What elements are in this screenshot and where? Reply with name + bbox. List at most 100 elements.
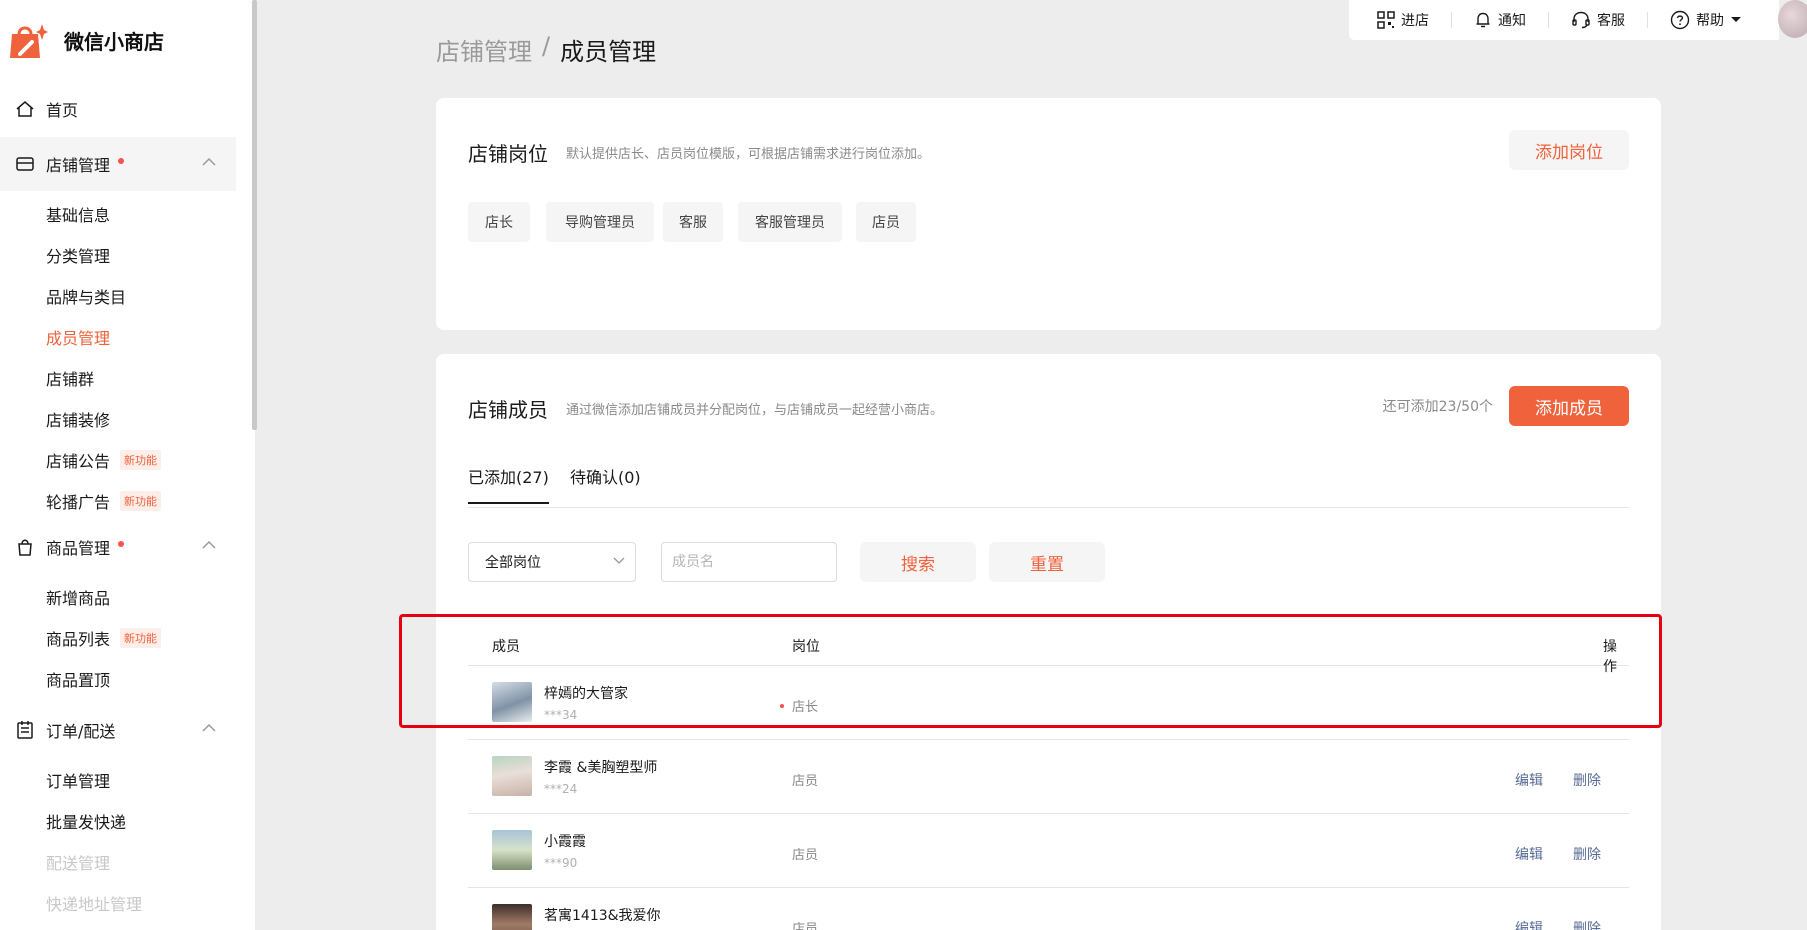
shop-bag-icon	[8, 20, 48, 60]
members-description: 通过微信添加店铺成员并分配岗位，与店铺成员一起经营小商店。	[566, 403, 944, 418]
help-menu[interactable]: 帮助	[1670, 10, 1748, 30]
table-row: 李霞 &美胸塑型师 ***24 店员 编辑 删除	[468, 740, 1629, 814]
sidebar-item-announcement[interactable]: 店铺公告 新功能	[46, 448, 162, 472]
member-quota: 还可添加23/50个	[1382, 399, 1493, 415]
new-feature-badge: 新功能	[120, 491, 162, 511]
position-tag-guide-admin[interactable]: 导购管理员	[546, 202, 654, 242]
headset-icon	[1572, 11, 1590, 29]
unread-dot	[118, 541, 125, 547]
tab-added[interactable]: 已添加(27)	[468, 464, 549, 504]
sidebar-item-brand[interactable]: 品牌与类目	[46, 284, 126, 308]
sidebar-item-label: 店铺群	[46, 370, 95, 389]
user-avatar[interactable]	[1778, 0, 1807, 38]
sidebar-item-label: 成员管理	[46, 329, 111, 348]
member-role: 店员	[792, 922, 819, 930]
sidebar-item-batch-ship[interactable]: 批量发快递	[46, 809, 126, 833]
add-position-button[interactable]: 添加岗位	[1509, 130, 1629, 170]
add-member-button[interactable]: 添加成员	[1509, 386, 1629, 426]
app-name: 微信小商店	[64, 29, 164, 54]
enter-store-label: 进店	[1401, 13, 1429, 29]
member-role: 店员	[792, 774, 819, 789]
nav-home-label: 首页	[46, 101, 79, 120]
sidebar-scrollbar[interactable]	[252, 0, 257, 430]
divider	[1451, 12, 1452, 28]
edit-link[interactable]: 编辑	[1515, 844, 1543, 864]
breadcrumb-parent[interactable]: 店铺管理	[436, 32, 532, 67]
member-name: 茗寓1413&我爱你	[544, 908, 661, 924]
sidebar-item-members[interactable]: 成员管理	[46, 325, 110, 349]
nav-group-store-label: 店铺管理	[46, 156, 111, 175]
position-tag-staff[interactable]: 店员	[856, 202, 916, 242]
qrcode-icon	[1377, 11, 1395, 29]
member-avatar	[492, 830, 532, 870]
delete-link[interactable]: 删除	[1573, 844, 1601, 864]
edit-link[interactable]: 编辑	[1515, 918, 1543, 930]
sidebar-item-basic-info[interactable]: 基础信息	[46, 202, 110, 226]
sidebar-item-label: 订单管理	[46, 772, 111, 791]
member-tabs: 已添加(27) 待确认(0)	[468, 464, 1629, 508]
nav-home[interactable]: 首页	[0, 82, 236, 136]
position-tag-service-admin[interactable]: 客服管理员	[738, 202, 842, 242]
nav-group-products-label: 商品管理	[46, 539, 111, 558]
new-feature-badge: 新功能	[120, 450, 162, 470]
notify-label: 通知	[1498, 13, 1526, 29]
edit-link[interactable]: 编辑	[1515, 770, 1543, 790]
member-name: 李霞 &美胸塑型师	[544, 760, 658, 776]
sidebar-item-label: 轮播广告	[46, 493, 111, 512]
help-circle-icon	[1670, 10, 1690, 30]
delete-link[interactable]: 删除	[1573, 918, 1601, 930]
sidebar-item-new-product[interactable]: 新增商品	[46, 585, 110, 609]
clipboard-icon	[14, 719, 36, 741]
enter-store-button[interactable]: 进店	[1377, 10, 1429, 30]
new-feature-badge: 新功能	[120, 628, 162, 648]
nav-group-products[interactable]: 商品管理	[0, 520, 236, 574]
member-avatar	[492, 904, 532, 930]
notify-button[interactable]: 通知	[1474, 10, 1526, 30]
position-filter-value: 全部岗位	[485, 555, 541, 571]
member-avatar	[492, 756, 532, 796]
sidebar-item-label: 品牌与类目	[46, 288, 127, 307]
nav-group-orders[interactable]: 订单/配送	[0, 703, 236, 757]
positions-description: 默认提供店长、店员岗位模版，可根据店铺需求进行岗位添加。	[566, 147, 931, 162]
sidebar-item-label: 分类管理	[46, 247, 111, 266]
unread-dot	[118, 158, 125, 164]
app-logo[interactable]: 微信小商店	[8, 20, 164, 60]
highlight-box	[399, 614, 1662, 728]
reset-button[interactable]: 重置	[989, 542, 1105, 582]
delete-link[interactable]: 删除	[1573, 770, 1601, 790]
sidebar-item-label: 基础信息	[46, 206, 111, 225]
divider	[1548, 12, 1549, 28]
sidebar-item-carousel[interactable]: 轮播广告 新功能	[46, 489, 162, 513]
sidebar-item-address[interactable]: 快递地址管理	[46, 891, 142, 915]
sidebar-item-product-pin[interactable]: 商品置顶	[46, 667, 110, 691]
help-label: 帮助	[1696, 13, 1724, 29]
sidebar-item-label: 新增商品	[46, 589, 111, 608]
position-tag-manager[interactable]: 店长	[468, 202, 530, 242]
service-label: 客服	[1597, 13, 1625, 29]
sidebar-item-label: 批量发快递	[46, 813, 127, 832]
sidebar-item-store-group[interactable]: 店铺群	[46, 366, 94, 390]
service-button[interactable]: 客服	[1571, 10, 1625, 30]
member-id: ***24	[544, 782, 578, 796]
sidebar-item-order-manage[interactable]: 订单管理	[46, 768, 110, 792]
sidebar-item-decoration[interactable]: 店铺装修	[46, 407, 110, 431]
shopping-bag-icon	[14, 536, 36, 558]
sidebar-item-delivery[interactable]: 配送管理	[46, 850, 110, 874]
sidebar-item-label: 店铺装修	[46, 411, 111, 430]
nav-group-store[interactable]: 店铺管理	[0, 137, 236, 191]
sidebar-item-category[interactable]: 分类管理	[46, 243, 110, 267]
bell-icon	[1476, 12, 1490, 28]
member-name-input[interactable]	[661, 542, 837, 582]
sidebar-item-product-list[interactable]: 商品列表 新功能	[46, 626, 162, 650]
position-filter-select[interactable]: 全部岗位	[468, 542, 636, 582]
nav-group-orders-label: 订单/配送	[46, 722, 116, 741]
tab-pending[interactable]: 待确认(0)	[570, 464, 641, 488]
member-name: 小霞霞	[544, 834, 586, 850]
divider	[1647, 12, 1648, 28]
breadcrumb: 店铺管理 / 成员管理	[436, 32, 656, 67]
top-bar: 进店 通知 客服 帮助	[1349, 0, 1779, 40]
chevron-up-icon	[202, 723, 216, 732]
positions-title: 店铺岗位	[468, 142, 548, 166]
position-tag-service[interactable]: 客服	[663, 202, 723, 242]
search-button[interactable]: 搜索	[860, 542, 976, 582]
